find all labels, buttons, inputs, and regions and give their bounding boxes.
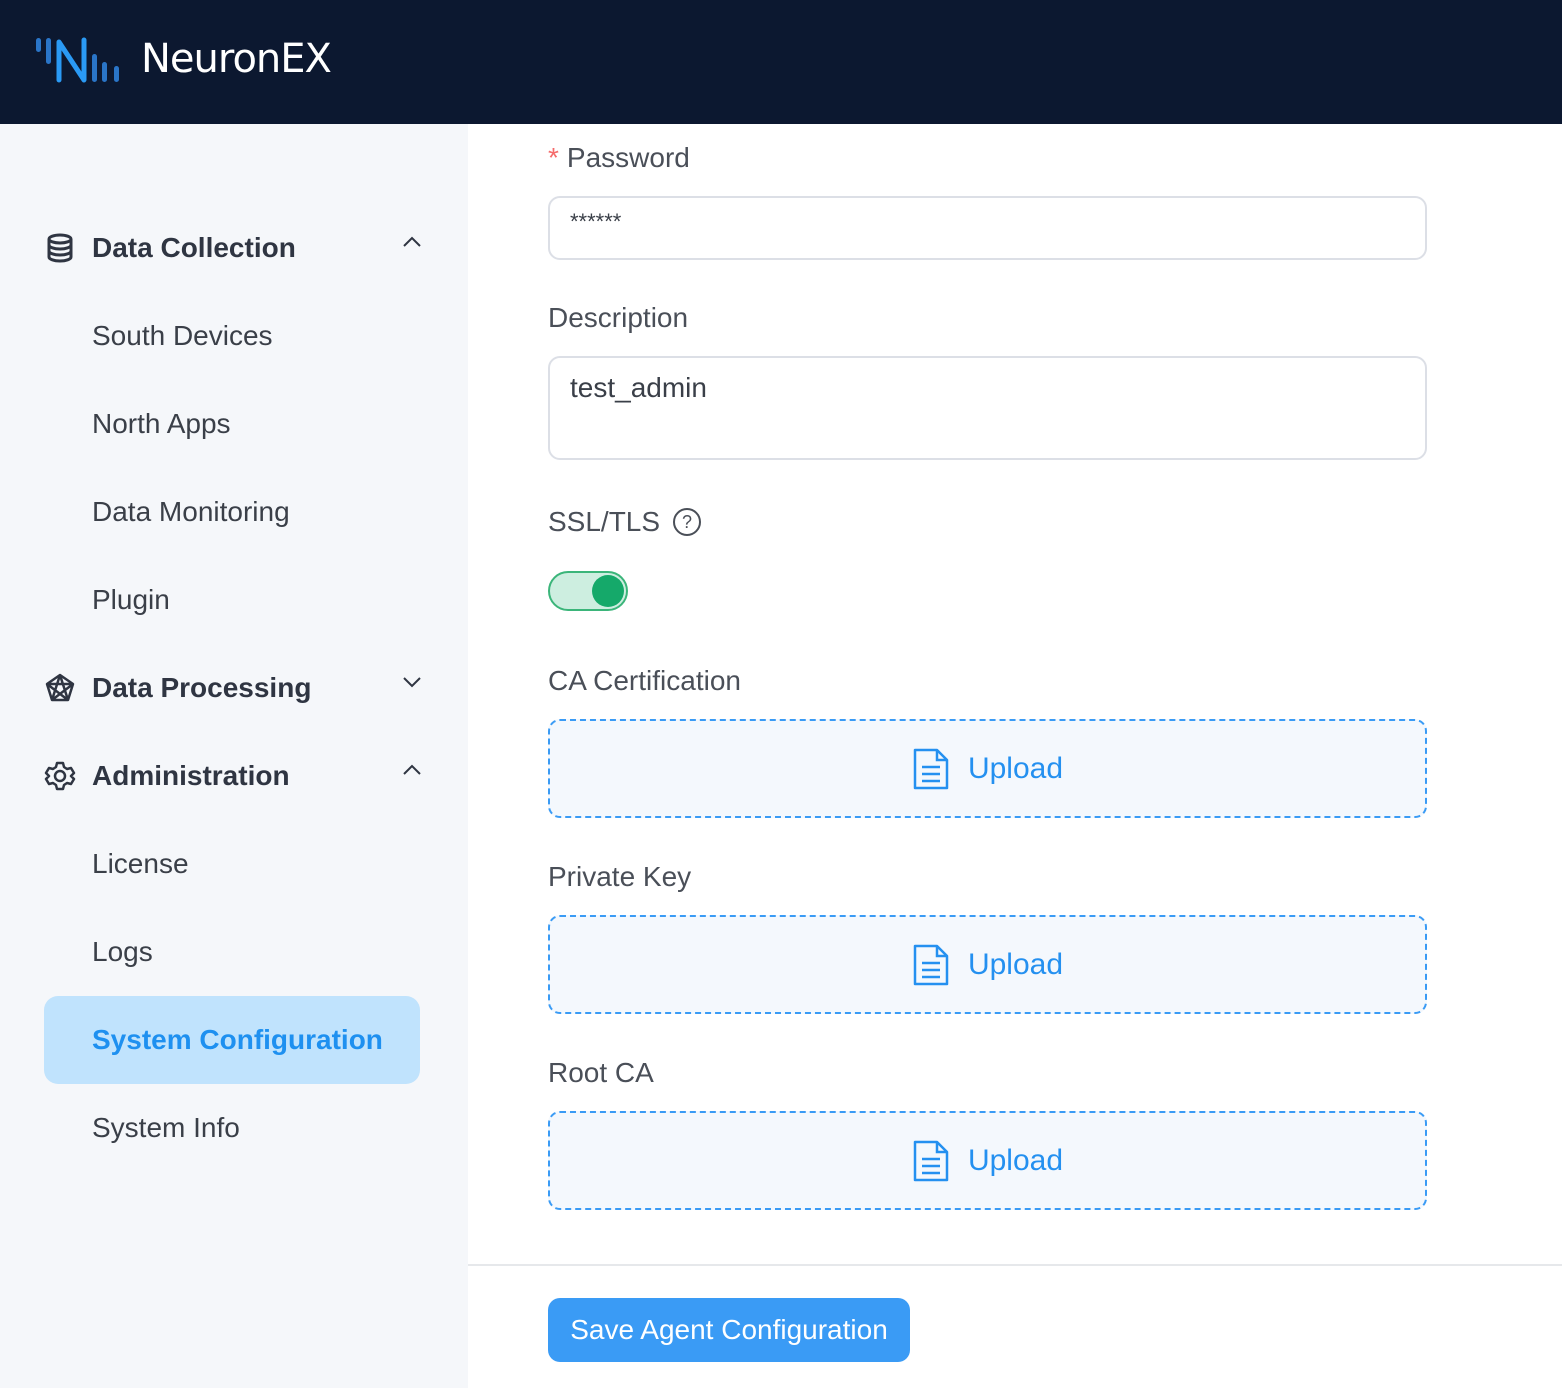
file-icon bbox=[913, 1140, 949, 1181]
gear-icon bbox=[44, 760, 76, 792]
required-mark: * bbox=[548, 142, 559, 173]
ca-upload-button[interactable]: Upload bbox=[548, 719, 1427, 818]
sidebar-item-south-devices[interactable]: South Devices bbox=[44, 292, 420, 380]
app-header: NeuronEX bbox=[0, 0, 1562, 124]
chevron-up-icon bbox=[403, 764, 421, 775]
sidebar: Data Collection South Devices North Apps… bbox=[0, 124, 468, 1388]
sidebar-item-license[interactable]: License bbox=[44, 820, 420, 908]
database-icon bbox=[44, 232, 76, 264]
ssl-toggle[interactable] bbox=[548, 571, 628, 611]
help-circle-icon[interactable]: ? bbox=[672, 507, 702, 537]
sidebar-item-north-apps[interactable]: North Apps bbox=[44, 380, 420, 468]
sidebar-group-data-collection[interactable]: Data Collection bbox=[44, 218, 424, 278]
password-field[interactable]: ****** bbox=[548, 196, 1427, 260]
toggle-knob bbox=[592, 575, 624, 607]
sidebar-item-data-monitoring[interactable]: Data Monitoring bbox=[44, 468, 420, 556]
description-textarea[interactable]: test_admin bbox=[548, 356, 1427, 460]
brand-name: NeuronEX bbox=[141, 36, 332, 82]
password-label: * Password bbox=[548, 142, 690, 174]
sidebar-group-label: Data Processing bbox=[92, 672, 312, 703]
sidebar-group-label: Data Collection bbox=[92, 232, 296, 263]
save-agent-configuration-button[interactable]: Save Agent Configuration bbox=[548, 1298, 910, 1362]
upload-label: Upload bbox=[967, 751, 1064, 785]
upload-label: Upload bbox=[967, 1143, 1064, 1177]
root-ca-label: Root CA bbox=[548, 1057, 654, 1088]
ssl-label: SSL/TLS ? bbox=[548, 506, 702, 538]
sidebar-item-system-info[interactable]: System Info bbox=[44, 1084, 420, 1172]
file-icon bbox=[913, 944, 949, 985]
ssl-label-text: SSL/TLS bbox=[548, 506, 661, 537]
description-label: Description bbox=[548, 302, 689, 333]
svg-text:?: ? bbox=[682, 512, 692, 532]
upload-label: Upload bbox=[967, 947, 1064, 981]
main-content: * Password ****** Description test_admin … bbox=[468, 124, 1562, 1388]
file-icon bbox=[913, 748, 949, 789]
sidebar-group-administration[interactable]: Administration bbox=[44, 746, 424, 806]
chevron-up-icon bbox=[403, 236, 421, 247]
password-label-text: Password bbox=[566, 142, 690, 173]
private-key-label: Private Key bbox=[548, 861, 692, 892]
neuronex-logo-icon bbox=[36, 37, 119, 83]
root-ca-upload-button[interactable]: Upload bbox=[548, 1111, 1427, 1210]
network-icon bbox=[44, 672, 76, 704]
sidebar-item-system-configuration[interactable]: System Configuration bbox=[44, 996, 420, 1084]
sidebar-item-plugin[interactable]: Plugin bbox=[44, 556, 420, 644]
sidebar-item-logs[interactable]: Logs bbox=[44, 908, 420, 996]
private-key-upload-button[interactable]: Upload bbox=[548, 915, 1427, 1014]
divider bbox=[468, 1264, 1562, 1266]
sidebar-group-data-processing[interactable]: Data Processing bbox=[44, 658, 424, 718]
ca-certification-label: CA Certification bbox=[548, 665, 741, 696]
sidebar-group-label: Administration bbox=[92, 760, 290, 791]
chevron-down-icon bbox=[403, 677, 421, 688]
